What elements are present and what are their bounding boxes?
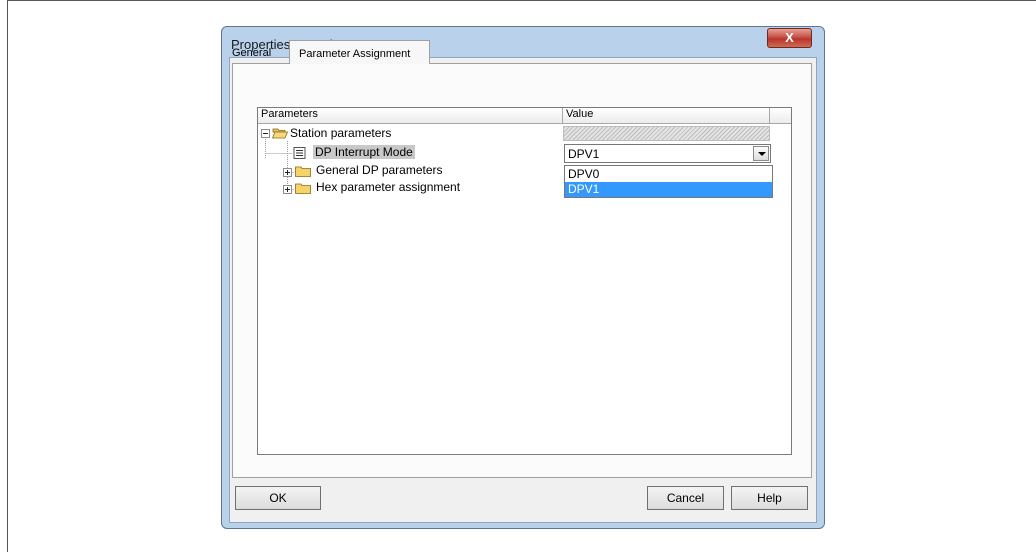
dp-interrupt-mode-select[interactable]: DPV1 <box>564 144 771 163</box>
ok-button[interactable]: OK <box>235 486 321 510</box>
close-icon: X <box>785 30 794 45</box>
tree-item-station-parameters[interactable]: Station parameters <box>290 126 391 140</box>
cancel-button[interactable]: Cancel <box>647 486 724 510</box>
folder-icon <box>295 166 311 177</box>
tab-general-label: General <box>232 47 272 59</box>
parameters-grid: Parameters Value Station parameters DP I… <box>257 107 792 455</box>
tree-item-general-dp-parameters[interactable]: General DP parameters <box>316 163 443 177</box>
dp-interrupt-mode-select-value: DPV1 <box>568 147 600 161</box>
help-button[interactable]: Help <box>731 486 808 510</box>
column-header-value[interactable]: Value <box>563 108 770 124</box>
list-item-icon <box>293 147 306 159</box>
open-folder-icon <box>272 128 288 139</box>
folder-icon <box>295 183 311 194</box>
dropdown-option-dpv0[interactable]: DPV0 <box>565 167 772 182</box>
dp-interrupt-mode-dropdown: DPV0 DPV1 <box>564 165 773 198</box>
tree-item-dp-interrupt-mode[interactable]: DP Interrupt Mode <box>313 145 415 159</box>
collapse-station-parameters-icon[interactable] <box>261 129 270 138</box>
tree-item-hex-parameter-assignment[interactable]: Hex parameter assignment <box>316 180 460 194</box>
tab-parameter-assignment[interactable]: Parameter Assignment <box>289 40 430 64</box>
expand-hex-parameter-assignment-icon[interactable] <box>283 185 292 194</box>
close-button[interactable]: X <box>767 28 812 48</box>
tab-parameter-assignment-label: Parameter Assignment <box>299 48 411 60</box>
tab-general[interactable]: General <box>229 42 289 63</box>
column-header-value-label: Value <box>566 108 594 120</box>
expand-general-dp-parameters-icon[interactable] <box>283 168 292 177</box>
dropdown-option-dpv1[interactable]: DPV1 <box>565 182 772 197</box>
chevron-down-icon[interactable] <box>753 146 769 161</box>
station-parameters-value-cell <box>563 126 770 141</box>
column-header-filler <box>770 108 791 124</box>
